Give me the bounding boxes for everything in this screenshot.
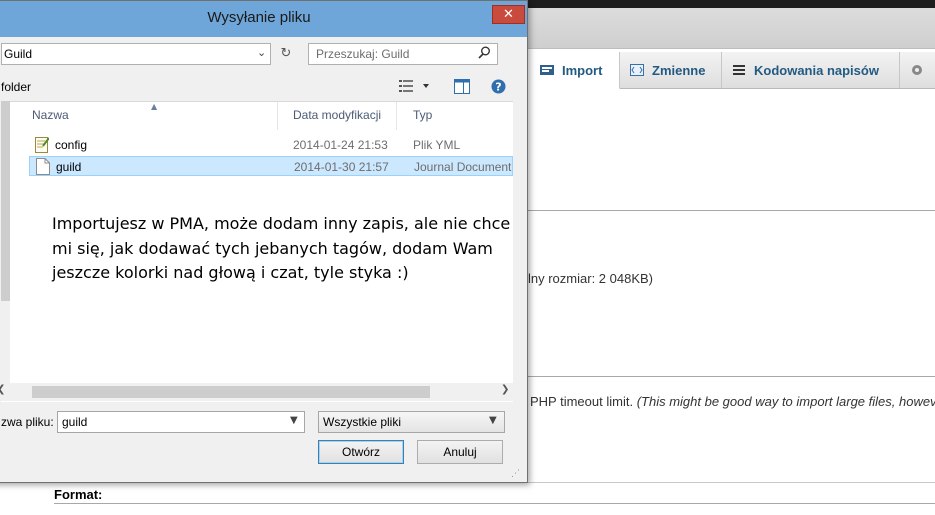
file-type-filter[interactable]: Wszystkie pliki ▼ — [318, 411, 505, 433]
dialog-titlebar[interactable]: Wysyłanie pliku ✕ — [0, 1, 527, 37]
filename-label: zwa pliku: — [1, 415, 54, 429]
sort-ascending-icon: ▲ — [151, 102, 158, 111]
format-underline — [54, 503, 935, 504]
max-size-text: lny rozmiar: 2 048KB) — [528, 271, 653, 286]
search-input[interactable]: Przeszukaj: Guild — [308, 43, 498, 65]
tab-charsets[interactable]: Kodowania napisów — [722, 52, 900, 88]
format-label: Format: — [54, 487, 103, 502]
file-date: 2014-01-30 21:57 — [294, 160, 389, 174]
address-path: Guild — [4, 47, 33, 61]
column-separator[interactable] — [277, 102, 278, 130]
column-separator[interactable] — [396, 102, 397, 130]
file-row[interactable]: guild 2014-01-30 21:57 Journal Document — [29, 156, 513, 176]
horizontal-scrollbar[interactable]: ❮ ❯ — [0, 383, 513, 401]
close-button[interactable]: ✕ — [492, 5, 525, 24]
search-icon[interactable] — [478, 46, 491, 62]
dialog-title: Wysyłanie pliku — [207, 9, 311, 26]
dialog-toolbar: folder ? — [0, 73, 527, 103]
filename-value: guild — [62, 415, 88, 429]
column-date[interactable]: Data modyfikacji — [293, 108, 381, 122]
file-name: config — [55, 138, 88, 152]
import-icon — [540, 64, 554, 76]
file-type: Plik YML — [413, 138, 461, 152]
tab-import[interactable]: Import — [530, 52, 620, 89]
scrollbar-thumb[interactable] — [1, 101, 10, 301]
resize-grip-icon[interactable]: ⋰ — [511, 469, 520, 479]
tab-variables[interactable]: Zmienne — [620, 52, 722, 88]
yml-file-icon — [35, 136, 50, 153]
new-folder-button[interactable]: folder — [1, 80, 31, 94]
help-icon[interactable]: ? — [491, 79, 506, 95]
charset-icon — [732, 64, 746, 76]
preview-pane-icon[interactable] — [454, 79, 470, 95]
view-options-icon[interactable] — [399, 79, 433, 95]
filename-input[interactable]: guild ▼ — [57, 411, 305, 433]
file-row[interactable]: config 2014-01-24 21:53 Plik YML — [29, 135, 513, 155]
chevron-down-icon[interactable]: ▼ — [489, 415, 497, 426]
browser-tab-strip — [520, 8, 935, 49]
timeout-text: PHP timeout limit. (This might be good w… — [530, 394, 935, 409]
document-file-icon — [36, 158, 50, 175]
gear-icon — [910, 64, 924, 76]
cancel-button[interactable]: Anuluj — [417, 440, 503, 464]
section-divider — [528, 210, 935, 211]
nav-pane-scrollbar[interactable] — [1, 101, 10, 401]
file-name: guild — [56, 160, 82, 174]
tab-more[interactable] — [900, 52, 935, 88]
tab-charsets-label: Kodowania napisów — [754, 62, 879, 78]
svg-text:?: ? — [495, 81, 501, 94]
overlay-note: Importujesz w PMA, może dodam inny zapis… — [52, 214, 511, 282]
file-date: 2014-01-24 21:53 — [293, 138, 388, 152]
filter-value: Wszystkie pliki — [323, 415, 402, 429]
open-button[interactable]: Otwórz — [318, 440, 404, 464]
scroll-left-icon[interactable]: ❮ — [0, 384, 5, 395]
scroll-right-icon[interactable]: ❯ — [501, 384, 509, 395]
section-divider — [528, 376, 935, 377]
search-placeholder: Przeszukaj: Guild — [316, 47, 410, 61]
chevron-down-icon[interactable]: ▼ — [290, 415, 298, 426]
browser-top-bar — [520, 0, 935, 8]
scrollbar-thumb[interactable] — [32, 386, 430, 398]
column-name[interactable]: Nazwa — [32, 108, 69, 122]
pma-tab-bar: Import Zmienne Kodowania napisów — [530, 52, 935, 89]
address-bar[interactable]: Guild ⌄ ↻ — [1, 43, 291, 65]
column-type[interactable]: Typ — [413, 108, 432, 122]
chevron-down-icon[interactable]: ⌄ — [257, 46, 266, 59]
refresh-icon[interactable]: ↻ — [274, 44, 298, 64]
file-type: Journal Document — [414, 160, 512, 174]
tab-import-label: Import — [562, 62, 603, 78]
tab-variables-label: Zmienne — [652, 62, 706, 78]
variables-icon — [630, 64, 644, 76]
